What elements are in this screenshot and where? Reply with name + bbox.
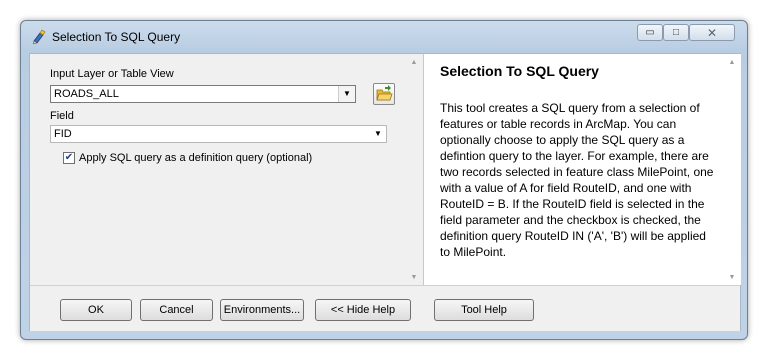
minimize-button[interactable]: ▭ (637, 24, 663, 41)
parameters-scrollbar[interactable]: ▲ ▼ (406, 54, 422, 285)
field-combobox[interactable]: FID ▼ (50, 125, 387, 143)
parameters-pane: Input Layer or Table View ROADS_ALL ▼ Fi… (30, 54, 412, 285)
checkmark-icon: ✔ (64, 152, 74, 163)
scroll-down-icon[interactable]: ▼ (406, 269, 422, 285)
input-layer-value: ROADS_ALL (54, 88, 119, 100)
help-text: This tool creates a SQL query from a sel… (440, 101, 714, 259)
chevron-down-icon[interactable]: ▼ (338, 86, 355, 102)
environments-button[interactable]: Environments... (220, 299, 304, 321)
input-layer-label: Input Layer or Table View (50, 68, 174, 80)
button-bar: OK Cancel Environments... << Hide Help T… (30, 285, 740, 331)
minimize-icon: ▭ (645, 27, 655, 38)
scroll-down-icon[interactable]: ▼ (724, 269, 740, 285)
help-scrollbar[interactable]: ▲ ▼ (724, 54, 740, 285)
help-pane: Selection To SQL Query This tool creates… (423, 54, 741, 285)
close-icon: ✕ (706, 25, 718, 40)
cancel-button[interactable]: Cancel (140, 299, 213, 321)
hide-help-button[interactable]: << Hide Help (315, 299, 411, 321)
title-bar[interactable]: Selection To SQL Query ▭ □ ✕ (21, 21, 747, 51)
tool-help-button[interactable]: Tool Help (434, 299, 534, 321)
dialog-window: Selection To SQL Query ▭ □ ✕ Input Layer… (20, 20, 748, 340)
scroll-up-icon[interactable]: ▲ (724, 54, 740, 70)
open-folder-icon (376, 85, 393, 101)
close-button[interactable]: ✕ (689, 24, 735, 41)
scroll-up-icon[interactable]: ▲ (406, 54, 422, 70)
maximize-button[interactable]: □ (663, 24, 689, 41)
window-title: Selection To SQL Query (52, 30, 181, 44)
help-title: Selection To SQL Query (440, 63, 599, 79)
field-label: Field (50, 110, 74, 122)
chevron-down-icon[interactable]: ▼ (370, 126, 386, 142)
python-script-icon (31, 29, 47, 45)
ok-button[interactable]: OK (60, 299, 132, 321)
definition-query-checkbox[interactable]: ✔ (63, 152, 75, 164)
maximize-icon: □ (672, 27, 680, 38)
definition-query-checkbox-label: Apply SQL query as a definition query (o… (79, 152, 313, 164)
browse-button[interactable] (373, 83, 395, 105)
dialog-client-area: Input Layer or Table View ROADS_ALL ▼ Fi… (29, 53, 741, 331)
field-value: FID (54, 128, 72, 140)
input-layer-combobox[interactable]: ROADS_ALL ▼ (50, 85, 356, 103)
